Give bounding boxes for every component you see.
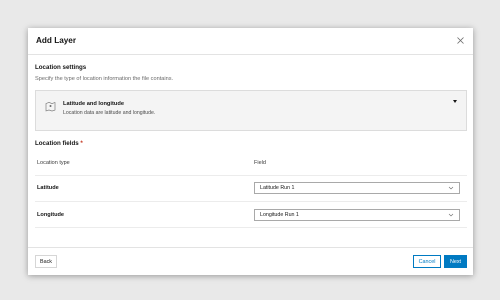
row-divider <box>35 175 467 176</box>
row-divider <box>35 227 467 228</box>
location-type-description: Location data are latitude and longitude… <box>63 110 156 116</box>
dialog-title: Add Layer <box>36 36 77 45</box>
location-settings-description: Specify the type of location information… <box>35 76 174 82</box>
location-type-dropdown[interactable]: Latitude and longitude Location data are… <box>35 90 467 131</box>
cancel-button[interactable]: Cancel <box>413 255 441 268</box>
close-button[interactable] <box>455 35 466 46</box>
close-icon <box>457 37 464 44</box>
back-button[interactable]: Back <box>35 255 57 268</box>
location-settings-title: Location settings <box>35 64 87 71</box>
next-button[interactable]: Next <box>444 255 467 268</box>
latitude-field-value: Latitude Run 1 <box>260 185 295 191</box>
chevron-down-icon <box>448 186 454 190</box>
column-header-field: Field <box>254 160 266 166</box>
caret-down-icon <box>453 100 457 103</box>
row-divider <box>35 201 467 202</box>
location-fields-label: Location fields <box>35 140 79 147</box>
map-pin-icon <box>45 102 56 112</box>
footer-divider <box>28 247 473 248</box>
add-layer-dialog: Add Layer Location settings Specify the … <box>28 28 473 275</box>
column-header-location-type: Location type <box>37 160 70 166</box>
row-label-latitude: Latitude <box>37 185 59 191</box>
required-marker: * <box>80 140 83 147</box>
latitude-field-select[interactable]: Latitude Run 1 <box>254 182 460 194</box>
location-fields-title: Location fields * <box>35 140 83 147</box>
dialog-header: Add Layer <box>28 28 473 55</box>
row-label-longitude: Longitude <box>37 212 65 218</box>
location-type-label: Latitude and longitude <box>63 101 124 107</box>
chevron-down-icon <box>448 213 454 217</box>
longitude-field-value: Longitude Run 1 <box>260 212 299 218</box>
longitude-field-select[interactable]: Longitude Run 1 <box>254 209 460 221</box>
